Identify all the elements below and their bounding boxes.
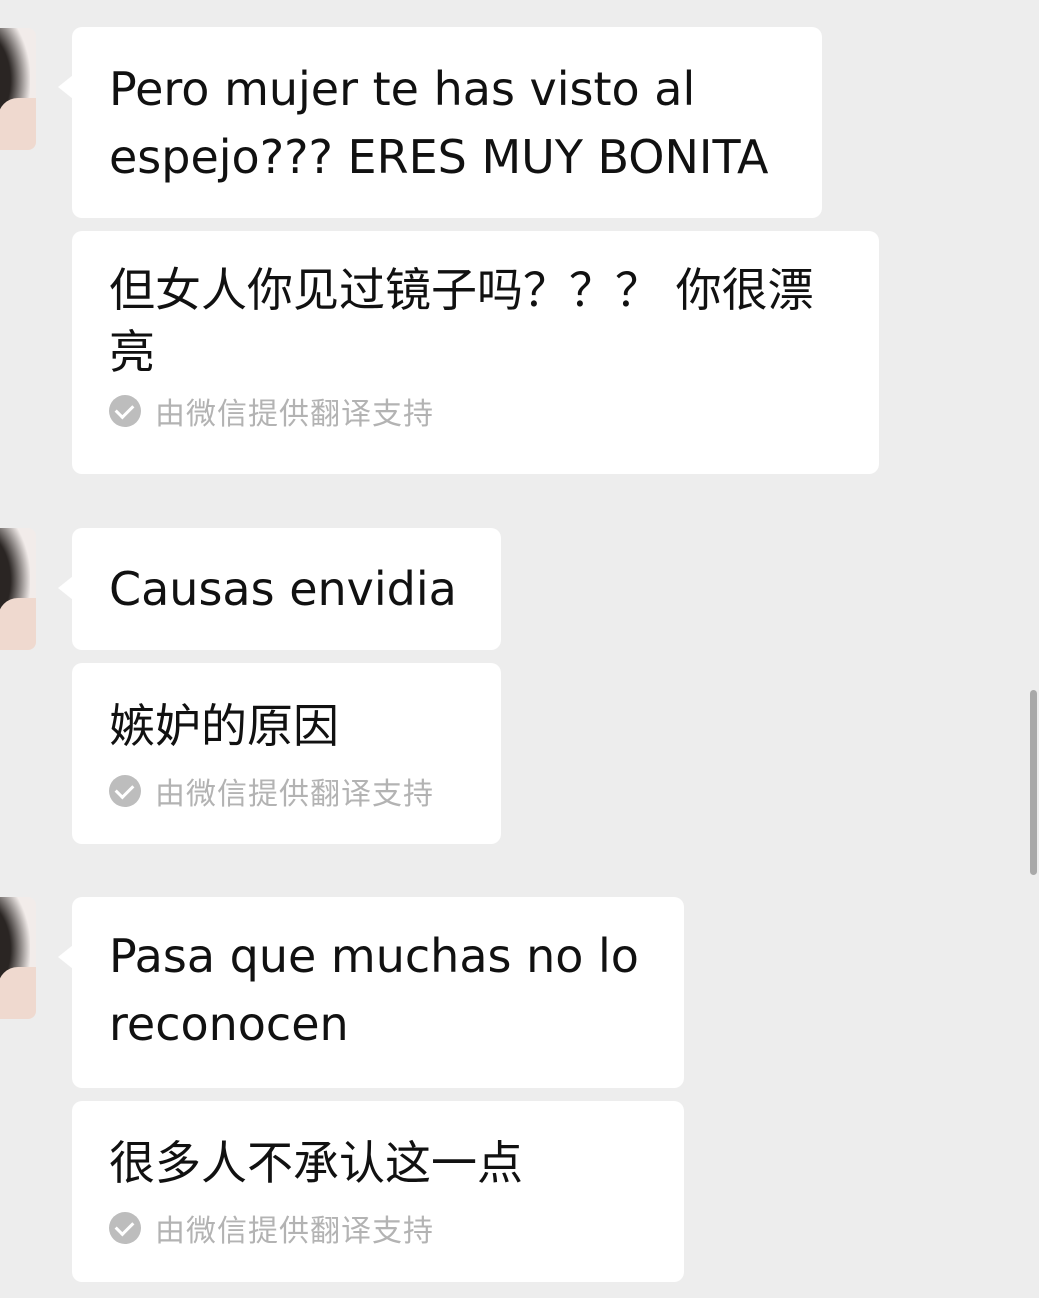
translation-credit-text: 由微信提供翻译支持 — [155, 777, 434, 812]
translation-credit-text: 由微信提供翻译支持 — [155, 1214, 434, 1249]
scrollbar[interactable] — [1030, 690, 1037, 875]
translation-bubble[interactable]: 但女人你见过镜子吗？？？ 你很漂 亮 由微信提供翻译支持 — [72, 231, 879, 474]
translation-bubble[interactable]: 很多人不承认这一点 由微信提供翻译支持 — [72, 1101, 684, 1282]
sender-avatar[interactable] — [0, 28, 36, 150]
message-bubble[interactable]: Pasa que muchas no lo reconocen — [58, 897, 684, 1088]
check-circle-icon — [109, 775, 141, 807]
sender-avatar[interactable] — [0, 528, 36, 650]
message-text: Causas envidia — [109, 562, 457, 616]
check-circle-icon — [109, 1212, 141, 1244]
message-bubble[interactable]: Causas envidia — [58, 528, 501, 650]
message-text: Pasa que muchas no lo reconocen — [109, 929, 639, 1051]
message-bubble[interactable]: Pero mujer te has visto al espejo??? ERE… — [58, 27, 822, 218]
translation-text: 很多人不承认这一点 — [109, 1136, 523, 1190]
check-circle-icon — [109, 395, 141, 427]
translation-credit: 由微信提供翻译支持 — [109, 1208, 648, 1249]
translation-text: 但女人你见过镜子吗？？？ 你很漂 亮 — [109, 263, 814, 379]
translation-credit: 由微信提供翻译支持 — [109, 391, 843, 432]
translation-credit-text: 由微信提供翻译支持 — [155, 397, 434, 432]
translation-credit: 由微信提供翻译支持 — [109, 771, 465, 812]
translation-bubble[interactable]: 嫉妒的原因 由微信提供翻译支持 — [72, 663, 501, 844]
sender-avatar[interactable] — [0, 897, 36, 1019]
message-text: Pero mujer te has visto al espejo??? ERE… — [109, 62, 769, 184]
translation-text: 嫉妒的原因 — [109, 699, 339, 753]
